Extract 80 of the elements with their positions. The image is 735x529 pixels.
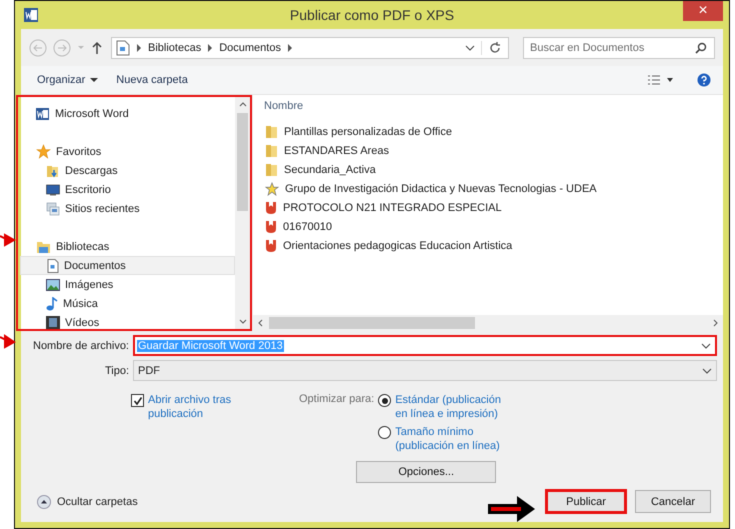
radio-label[interactable]: Estándar (publicación en línea e impresión) <box>395 393 516 421</box>
file-item[interactable]: PROTOCOLO N21 INTEGRADO ESPECIAL <box>265 198 723 217</box>
file-item[interactable]: 01670010 <box>265 217 723 236</box>
field-label: Tipo: <box>104 364 130 376</box>
file-item[interactable]: Grupo de Investigación Didactica y Nuevas Tecnologias - UDEA <box>265 179 723 198</box>
document-icon <box>47 258 59 272</box>
organize-menu[interactable]: Organizar <box>31 72 104 88</box>
dropdown-icon[interactable] <box>465 44 475 52</box>
pointer-arrow <box>0 334 16 350</box>
cancel-button[interactable]: Cancelar <box>635 490 711 513</box>
file-item[interactable]: ESTANDARES Areas <box>265 141 723 160</box>
type-dropdown[interactable]: PDF <box>133 360 717 381</box>
folder-icon <box>265 144 278 158</box>
file-item[interactable]: Orientaciones pedagogicas Educacion Artistica <box>265 236 723 255</box>
nav-item[interactable]: Imágenes <box>20 275 235 294</box>
scrollbar[interactable] <box>253 315 723 331</box>
film-icon <box>46 316 60 329</box>
nav-item[interactable]: Música <box>20 294 235 313</box>
file-item[interactable]: Plantillas personalizadas de Office <box>265 122 723 141</box>
scroll-down-icon[interactable] <box>238 319 246 325</box>
scroll-left-icon[interactable] <box>257 319 263 327</box>
recent-places-icon <box>46 202 60 216</box>
window-title: Publicar como PDF o XPS <box>290 7 454 23</box>
monitor-icon <box>46 182 60 196</box>
scrollbar[interactable] <box>235 97 250 329</box>
dropdown-icon[interactable] <box>701 342 711 350</box>
column-header[interactable]: Nombre <box>253 95 723 122</box>
up-arrow-icon[interactable] <box>91 41 103 55</box>
view-icon[interactable] <box>647 74 675 86</box>
scroll-up-icon[interactable] <box>238 101 246 107</box>
nav-item[interactable]: Descargas <box>20 161 235 180</box>
breadcrumb[interactable]: Bibliotecas <box>148 42 202 54</box>
scroll-right-icon[interactable] <box>713 319 719 327</box>
options-button[interactable]: Opciones... <box>356 461 496 483</box>
publish-button[interactable]: Publicar <box>545 489 627 514</box>
radio-button[interactable] <box>378 426 392 439</box>
pdf-icon <box>265 220 277 234</box>
dropdown-icon[interactable] <box>702 366 712 374</box>
caret-icon <box>90 77 98 83</box>
document-icon <box>116 40 130 56</box>
radio-button[interactable] <box>378 394 392 407</box>
nav-item[interactable]: Vídeos <box>20 313 235 332</box>
folder-icon <box>265 124 278 138</box>
pdf-icon <box>265 238 277 252</box>
word-icon <box>36 106 50 120</box>
new-folder-button[interactable]: Nueva carpeta <box>110 72 194 88</box>
pointer-arrow <box>0 232 16 248</box>
search-icon <box>695 42 707 54</box>
pdf-icon <box>265 200 277 214</box>
close-button[interactable]: × <box>683 1 723 21</box>
picture-icon <box>46 278 60 290</box>
folder-icon <box>46 164 60 178</box>
nav-item[interactable]: Documentos <box>20 256 235 275</box>
star-icon <box>36 144 51 159</box>
breadcrumb[interactable]: Documentos <box>219 42 281 54</box>
field-label: Nombre de archivo: <box>32 340 130 352</box>
star-icon <box>265 182 279 196</box>
nav-item[interactable]: Bibliotecas <box>20 237 235 256</box>
nav-item[interactable]: Microsoft Word <box>20 104 235 123</box>
nav-item[interactable]: Sitios recientes <box>20 199 235 218</box>
nav-item[interactable]: Favoritos <box>20 142 235 161</box>
chevron-icon <box>286 44 293 52</box>
help-icon[interactable] <box>697 73 711 87</box>
checkbox-label[interactable]: Abrir archivo tras publicación <box>148 393 248 421</box>
address-bar[interactable]: Bibliotecas Documentos <box>111 37 509 59</box>
refresh-icon[interactable] <box>481 41 502 55</box>
folder-icon <box>265 162 278 176</box>
collapse-icon <box>37 494 51 508</box>
search-field[interactable]: Buscar en Documentos <box>523 37 715 59</box>
library-icon <box>36 240 51 254</box>
chevron-icon <box>207 44 214 52</box>
music-note-icon <box>46 296 58 310</box>
chevron-icon <box>136 44 142 52</box>
word-icon <box>23 7 39 23</box>
optimize-label: Optimizar para: <box>299 393 374 407</box>
hide-folders-button[interactable]: Ocultar carpetas <box>31 494 144 510</box>
radio-label[interactable]: Tamaño mínimo (publicación en línea) <box>395 425 516 453</box>
file-item[interactable]: Secundaria_Activa <box>265 160 723 179</box>
nav-item[interactable]: Escritorio <box>20 180 235 199</box>
checkbox[interactable] <box>131 394 144 407</box>
